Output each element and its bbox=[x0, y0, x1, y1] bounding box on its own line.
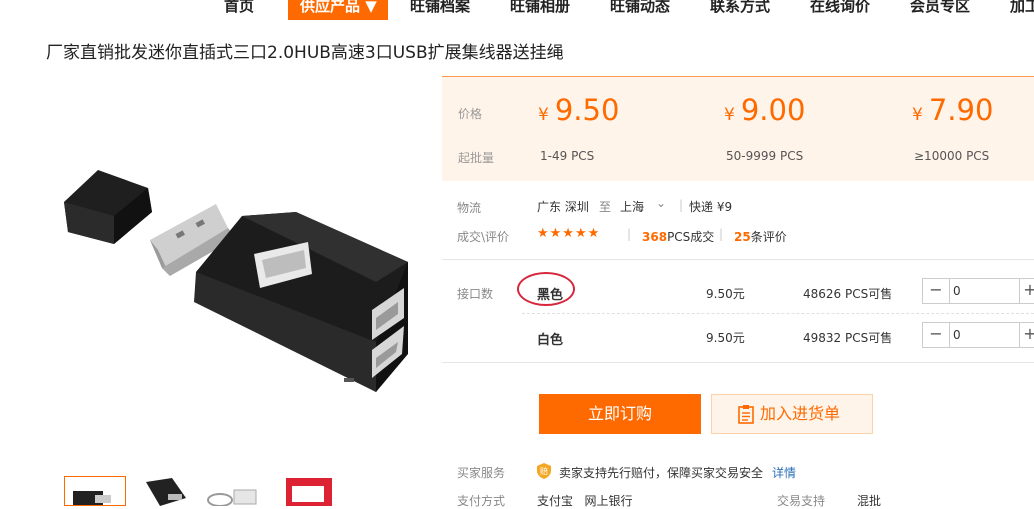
review-count[interactable]: 25条评价 bbox=[734, 228, 787, 245]
hub-body-shape bbox=[194, 212, 408, 392]
variant-price: 9.50元 bbox=[706, 331, 745, 345]
price-panel: 价格 起批量 ¥9.50 ¥9.00 ¥7.90 1-49 PCS 50-999… bbox=[442, 76, 1034, 181]
nav-products-active[interactable]: 供应产品 ▼ bbox=[288, 0, 388, 20]
thumbnail-3[interactable] bbox=[204, 476, 266, 506]
deals-label: 成交\评价 bbox=[457, 230, 510, 244]
product-main-image[interactable] bbox=[46, 92, 430, 462]
nav-album[interactable]: 旺铺相册 bbox=[510, 0, 570, 16]
increment-button[interactable]: + bbox=[1019, 279, 1034, 303]
divider: | bbox=[719, 227, 724, 241]
logistics-label: 物流 bbox=[457, 201, 482, 215]
payment-label: 支付方式 bbox=[457, 494, 506, 508]
nav-home[interactable]: 首页 bbox=[224, 0, 254, 16]
sold-count[interactable]: 368PCS成交 bbox=[642, 228, 714, 245]
trade-support-value: 混批 bbox=[857, 494, 882, 508]
chevron-down-icon[interactable]: ⌄ bbox=[656, 196, 666, 210]
logistics-to-word: 至 bbox=[599, 200, 612, 214]
service-detail-link[interactable]: 详情 bbox=[772, 464, 796, 481]
variant-stock: 48626 PCS可售 bbox=[803, 287, 893, 301]
nav-news[interactable]: 旺铺动态 bbox=[610, 0, 670, 16]
range-tier-3: ≥10000 PCS bbox=[914, 149, 990, 163]
service-label: 买家服务 bbox=[457, 466, 506, 480]
buy-now-button[interactable]: 立即订购 bbox=[539, 394, 701, 434]
rating-stars: ★★★★★ bbox=[537, 226, 601, 241]
nav-products-label: 供应产品 ▼ bbox=[300, 0, 377, 15]
nav-member[interactable]: 会员专区 bbox=[910, 0, 970, 16]
moq-label: 起批量 bbox=[458, 151, 495, 165]
quantity-input[interactable] bbox=[953, 323, 1013, 347]
divider: | bbox=[627, 227, 632, 241]
thumbnail-2[interactable] bbox=[142, 476, 204, 506]
trade-support-label: 交易支持 bbox=[777, 494, 826, 508]
highlight-circle bbox=[517, 272, 575, 306]
divider-line bbox=[442, 259, 1034, 260]
top-nav: 首页 供应产品 ▼ 旺铺档案 旺铺相册 旺铺动态 联系方式 在线询价 会员专区 … bbox=[0, 0, 1034, 22]
nav-contact[interactable]: 联系方式 bbox=[710, 0, 770, 16]
nav-inquiry[interactable]: 在线询价 bbox=[810, 0, 870, 16]
add-to-cart-button[interactable]: 加入进货单 bbox=[711, 394, 873, 434]
price-tier-3: ¥7.90 bbox=[912, 93, 994, 127]
quantity-stepper: − + bbox=[922, 278, 1034, 304]
quantity-input[interactable] bbox=[953, 279, 1013, 303]
range-tier-2: 50-9999 PCS bbox=[726, 149, 804, 163]
variant-stock: 49832 PCS可售 bbox=[803, 331, 893, 345]
price-tier-2: ¥9.00 bbox=[724, 93, 806, 127]
quantity-stepper: − + bbox=[922, 322, 1034, 348]
decrement-button[interactable]: − bbox=[923, 279, 950, 303]
usb-cap-shape bbox=[64, 170, 152, 244]
variant-price: 9.50元 bbox=[706, 287, 745, 301]
range-tier-1: 1-49 PCS bbox=[540, 149, 595, 163]
increment-button[interactable]: + bbox=[1019, 323, 1034, 347]
nav-more[interactable]: 加工 bbox=[1010, 0, 1034, 16]
product-title: 厂家直销批发迷你直插式三口2.0HUB高速3口USB扩展集线器送挂绳 bbox=[46, 43, 564, 63]
thumbnail-4[interactable] bbox=[286, 476, 348, 506]
price-tier-1: ¥9.50 bbox=[538, 93, 620, 127]
payment-methods: 支付宝 网上银行 bbox=[537, 494, 633, 508]
thumbnail-1[interactable] bbox=[64, 476, 126, 506]
service-text: 卖家支持先行赔付，保障买家交易安全 bbox=[559, 466, 764, 480]
variant-label: 接口数 bbox=[457, 287, 494, 301]
decrement-button[interactable]: − bbox=[923, 323, 950, 347]
divider: | bbox=[679, 198, 684, 212]
price-label: 价格 bbox=[458, 107, 483, 121]
add-to-cart-label: 加入进货单 bbox=[760, 404, 841, 423]
logistics-destination[interactable]: 上海 bbox=[620, 198, 644, 215]
variant-name: 白色 bbox=[537, 333, 564, 348]
shield-icon: 赔 bbox=[537, 463, 551, 479]
divider-line bbox=[522, 313, 1034, 314]
divider-line bbox=[442, 362, 1034, 363]
clipboard-icon bbox=[738, 405, 754, 424]
nav-profile[interactable]: 旺铺档案 bbox=[410, 0, 470, 16]
logistics-express: 快递 ¥9 bbox=[689, 200, 733, 214]
logistics-from: 广东 深圳 bbox=[537, 200, 589, 214]
svg-text:赔: 赔 bbox=[540, 466, 548, 476]
